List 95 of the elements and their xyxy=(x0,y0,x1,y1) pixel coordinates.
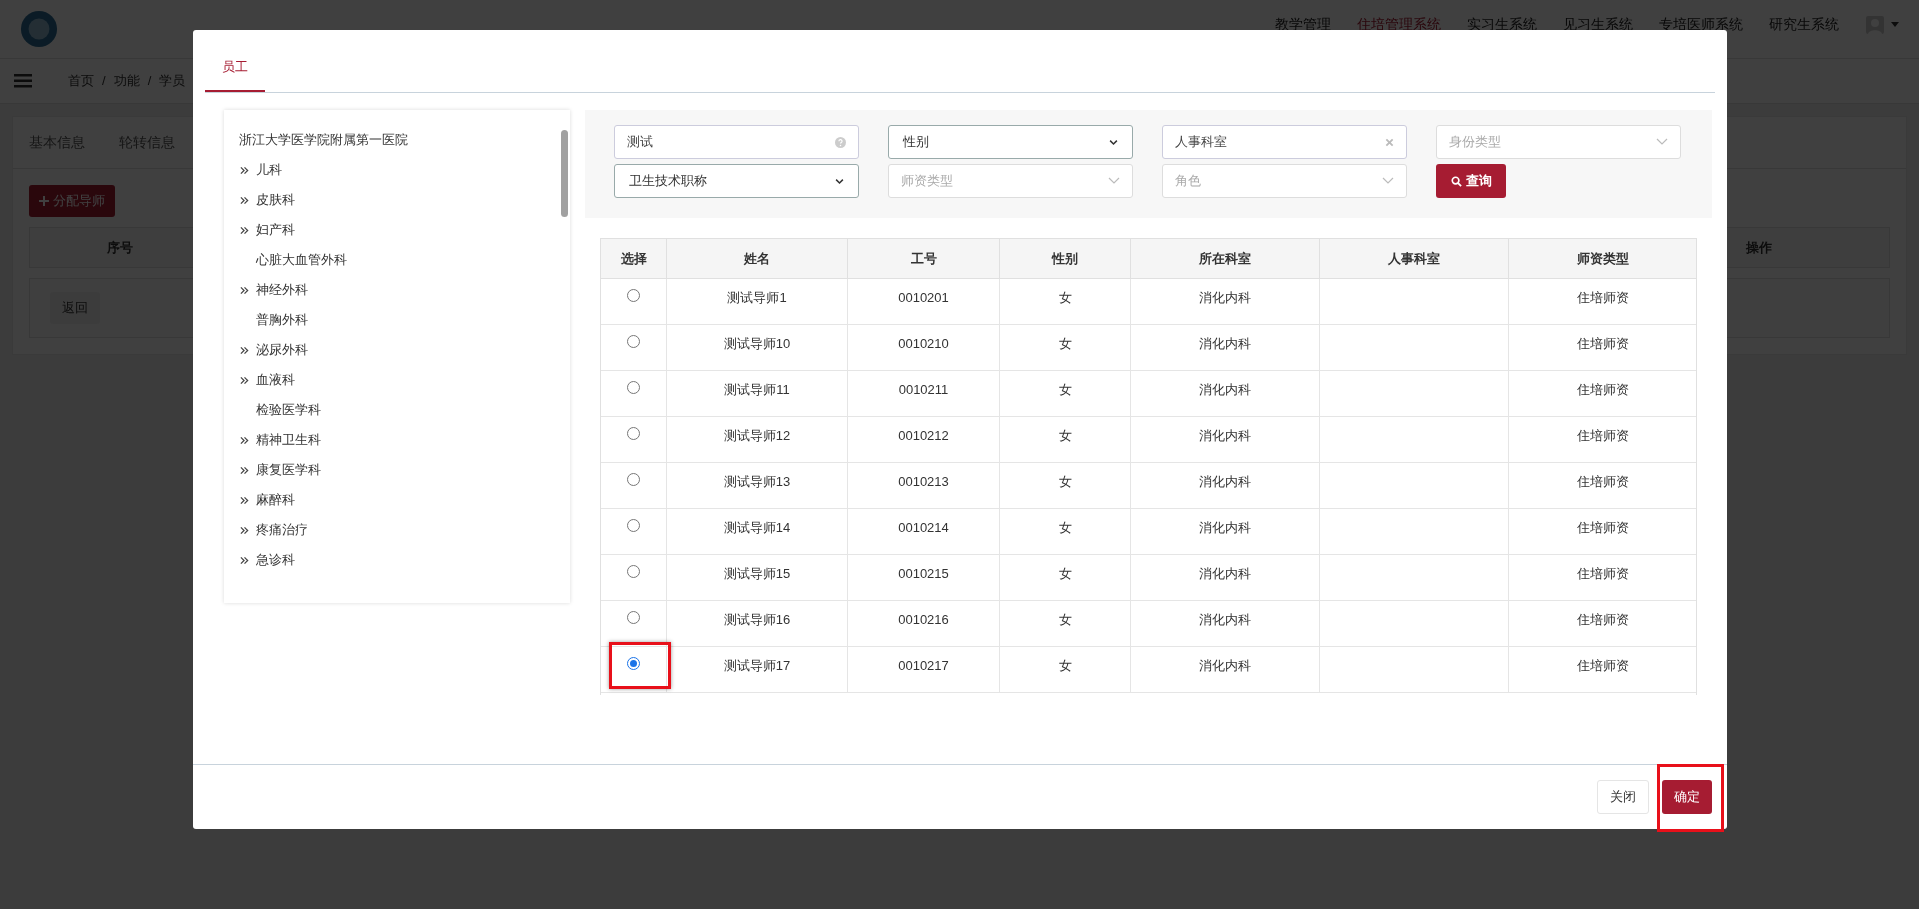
radio-button[interactable] xyxy=(627,657,640,670)
scrollbar-thumb[interactable] xyxy=(561,130,568,217)
breadcrumb-separator: / xyxy=(102,72,106,91)
tree-item[interactable]: 妇产科 xyxy=(256,220,295,240)
table-cell-text: 测试导师13 xyxy=(723,473,791,491)
radio-button[interactable] xyxy=(627,611,640,624)
column-header: 姓名 xyxy=(744,249,770,268)
tree-item[interactable]: 检验医学科 xyxy=(256,400,321,420)
chevron-down-icon xyxy=(1109,138,1118,146)
table-cell-text: 消化内科 xyxy=(1199,657,1251,675)
table-cell-text: 女 xyxy=(1058,473,1072,491)
table-cell-text: 测试导师12 xyxy=(723,427,791,445)
column-header: 选择 xyxy=(620,249,647,268)
confirm-button[interactable]: 确定 xyxy=(1662,780,1712,814)
table-cell-text: 住培师资 xyxy=(1576,519,1629,537)
table-cell-text: 测试导师14 xyxy=(723,519,791,537)
table-cell-text: 0010214 xyxy=(898,519,949,537)
tab[interactable]: 员工 xyxy=(205,44,265,92)
table-cell-text: 住培师资 xyxy=(1576,335,1629,353)
table-cell-text: 0010210 xyxy=(898,335,949,353)
radio-button[interactable] xyxy=(627,289,640,302)
table-cell-text: 消化内科 xyxy=(1199,427,1251,445)
table-cell-text: 0010201 xyxy=(898,289,949,307)
tree-item[interactable]: 心脏大血管外科 xyxy=(256,250,347,270)
tree-item[interactable]: 神经外科 xyxy=(256,280,308,300)
table-cell-text: 女 xyxy=(1058,427,1072,445)
table-cell-text: 消化内科 xyxy=(1199,565,1251,583)
table-cell-text: 消化内科 xyxy=(1199,611,1251,629)
table-cell-text: 消化内科 xyxy=(1199,381,1251,399)
table-cell-text: 测试导师1 xyxy=(727,289,787,307)
select-field[interactable]: 卫生技术职称 xyxy=(614,164,859,198)
radio-button[interactable] xyxy=(627,519,640,532)
search-button[interactable]: 查询 xyxy=(1436,164,1506,198)
table-cell-text: 0010212 xyxy=(898,427,949,445)
table-cell-text: 女 xyxy=(1058,519,1072,537)
table-cell-text: 住培师资 xyxy=(1576,611,1629,629)
table-cell-text: 消化内科 xyxy=(1199,289,1251,307)
tree-item[interactable]: 精神卫生科 xyxy=(256,430,321,450)
table-cell-text: 消化内科 xyxy=(1199,519,1251,537)
column-header: 师资类型 xyxy=(1576,249,1629,268)
tree-item[interactable]: 普胸外科 xyxy=(256,310,308,330)
table-cell-text: 女 xyxy=(1058,335,1072,353)
tree-item[interactable]: 急诊科 xyxy=(256,550,295,570)
column-header: 性别 xyxy=(1052,249,1078,268)
table-cell-text: 住培师资 xyxy=(1576,289,1629,307)
column-header: 工号 xyxy=(910,249,937,268)
table-cell-text: 测试导师15 xyxy=(723,565,791,583)
table-cell-text: 测试导师10 xyxy=(723,335,791,353)
table-cell-text: 女 xyxy=(1058,611,1072,629)
tree-item[interactable]: 麻醉科 xyxy=(256,490,295,510)
tree-item[interactable]: 浙江大学医学院附属第一医院 xyxy=(239,125,570,155)
column-header: 所在科室 xyxy=(1199,249,1251,268)
chevron-down-icon xyxy=(1656,138,1668,146)
table-cell-text: 女 xyxy=(1058,381,1072,399)
table-cell-text: 女 xyxy=(1058,657,1072,675)
radio-button[interactable] xyxy=(627,473,640,486)
chevron-down-icon xyxy=(1108,177,1120,185)
tree-item[interactable]: 皮肤科 xyxy=(256,190,295,210)
chevron-down-icon xyxy=(1382,177,1394,185)
table-cell-text: 女 xyxy=(1058,565,1072,583)
table-cell-text: 测试导师16 xyxy=(723,611,791,629)
close-icon xyxy=(1385,137,1394,147)
table-cell-text: 住培师资 xyxy=(1576,565,1629,583)
table-cell-text: 0010217 xyxy=(898,657,949,675)
table-cell-text: 消化内科 xyxy=(1199,335,1251,353)
table-cell-text: 0010211 xyxy=(898,381,949,399)
tree-item[interactable]: 儿科 xyxy=(256,160,282,180)
radio-button[interactable] xyxy=(627,335,640,348)
text-field[interactable]: 测试 xyxy=(614,125,859,159)
table-cell-text: 0010216 xyxy=(898,611,949,629)
table-cell-text: 住培师资 xyxy=(1576,427,1629,445)
table-cell-text: 测试导师11 xyxy=(724,381,790,399)
table-cell-text: 住培师资 xyxy=(1576,473,1629,491)
tree-item[interactable]: 康复医学科 xyxy=(256,460,321,480)
table-cell-text: 消化内科 xyxy=(1199,473,1251,491)
help-icon xyxy=(835,136,846,148)
breadcrumb-separator: / xyxy=(147,72,152,91)
tree-item[interactable]: 疼痛治疗 xyxy=(256,520,308,540)
radio-button[interactable] xyxy=(627,565,640,578)
table-cell-text: 测试导师17 xyxy=(723,657,791,675)
table-cell-text: 住培师资 xyxy=(1576,657,1629,675)
table-cell-text: 住培师资 xyxy=(1576,381,1629,399)
close-button[interactable]: 关闭 xyxy=(1597,780,1649,814)
select-field[interactable]: 性别 xyxy=(888,125,1133,159)
table-cell-text: 0010213 xyxy=(898,473,949,491)
radio-button[interactable] xyxy=(627,381,640,394)
text-field[interactable]: 人事科室 xyxy=(1162,125,1407,159)
search-icon xyxy=(1450,175,1462,187)
column-header: 人事科室 xyxy=(1388,249,1440,268)
chevron-down-icon xyxy=(835,177,844,185)
tree-item[interactable]: 泌尿外科 xyxy=(256,340,308,360)
tree-item[interactable]: 血液科 xyxy=(256,370,295,390)
table-cell-text: 0010215 xyxy=(898,565,949,583)
table-cell-text: 女 xyxy=(1058,289,1072,307)
radio-button[interactable] xyxy=(627,427,640,440)
